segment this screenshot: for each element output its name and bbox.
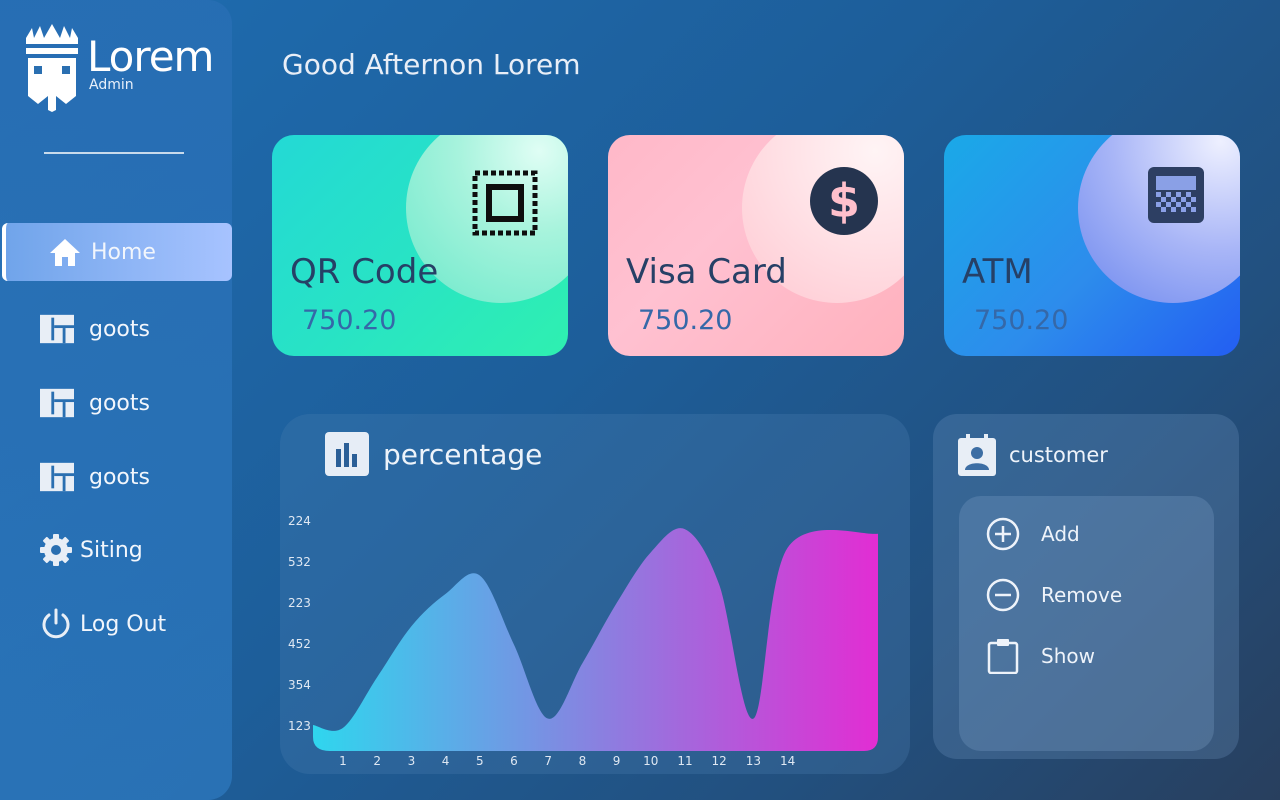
sidebar-item-label: goots: [89, 464, 150, 490]
clipboard-icon: [987, 639, 1019, 674]
gear-icon: [39, 533, 73, 567]
x-tick-label: 12: [712, 754, 727, 768]
card-title: QR Code: [290, 252, 439, 292]
chart-panel: 224 532 223 452 354 123 1 2 3 4 5 6 7 8 9 10 11 12 13 14 pe…: [280, 414, 910, 774]
atm-icon: [1148, 167, 1204, 223]
x-tick-label: 2: [373, 754, 381, 768]
layout-icon: [40, 312, 74, 346]
x-tick-label: 14: [780, 754, 795, 768]
y-tick-label: 532: [288, 555, 311, 569]
add-button[interactable]: Add: [985, 514, 1195, 554]
card-value: 750.20: [302, 305, 397, 336]
qr-icon: [472, 170, 538, 236]
y-tick-label: 123: [288, 719, 311, 733]
show-button[interactable]: Show: [985, 636, 1195, 676]
sidebar: Lorem Admin Home goots goots goots Sitin…: [0, 0, 232, 800]
sidebar-item-label: goots: [89, 316, 150, 342]
castle-logo-icon: [26, 24, 78, 112]
sidebar-item-label: Home: [91, 239, 156, 265]
sidebar-item-label: Siting: [80, 537, 143, 563]
card-atm[interactable]: ATM 750.20: [944, 135, 1240, 356]
bar-chart-icon: [325, 432, 369, 476]
x-tick-label: 9: [613, 754, 621, 768]
customer-title: customer: [1009, 443, 1108, 467]
plus-circle-icon: [986, 517, 1020, 551]
y-tick-label: 354: [288, 678, 311, 692]
card-title: Visa Card: [626, 252, 787, 292]
sidebar-item-goots-2[interactable]: goots: [0, 374, 232, 432]
minus-circle-icon: [986, 578, 1020, 612]
layout-icon: [40, 386, 74, 420]
x-tick-label: 10: [643, 754, 658, 768]
x-tick-label: 6: [510, 754, 518, 768]
card-value: 750.20: [638, 305, 733, 336]
action-label: Add: [1041, 522, 1080, 546]
x-tick-label: 11: [677, 754, 692, 768]
card-value: 750.20: [974, 305, 1069, 336]
card-visa[interactable]: $ Visa Card 750.20: [608, 135, 904, 356]
x-tick-label: 13: [746, 754, 761, 768]
x-tick-label: 3: [408, 754, 416, 768]
area-chart: 2245322234523541231 2 3 4 5 6 7 8 9 10 11 12 13 14: [288, 514, 878, 768]
remove-button[interactable]: Remove: [985, 575, 1195, 615]
customer-actions: Add Remove Show: [959, 496, 1214, 751]
sidebar-item-logout[interactable]: Log Out: [0, 595, 232, 653]
x-tick-label: 8: [579, 754, 587, 768]
dollar-icon: $: [810, 167, 878, 235]
brand-title: Lorem: [87, 32, 214, 81]
sidebar-item-home[interactable]: Home: [2, 223, 232, 281]
sidebar-item-label: goots: [89, 390, 150, 416]
home-icon: [48, 235, 82, 269]
contact-card-icon: [958, 434, 996, 476]
svg-text:$: $: [828, 174, 860, 228]
card-title: ATM: [962, 252, 1033, 292]
y-tick-label: 223: [288, 596, 311, 610]
x-tick-label: 7: [544, 754, 552, 768]
y-tick-label: 452: [288, 637, 311, 651]
page-greeting: Good Afternon Lorem: [282, 48, 581, 81]
sidebar-item-goots-1[interactable]: goots: [0, 300, 232, 358]
x-tick-label: 5: [476, 754, 484, 768]
card-qr-code[interactable]: QR Code 750.20: [272, 135, 568, 356]
area-series: [313, 528, 878, 751]
layout-icon: [40, 460, 74, 494]
sidebar-item-goots-3[interactable]: goots: [0, 448, 232, 506]
action-label: Remove: [1041, 583, 1123, 607]
sidebar-divider: [44, 152, 184, 154]
x-tick-label: 1: [339, 754, 347, 768]
sidebar-item-label: Log Out: [80, 611, 167, 637]
brand-logo[interactable]: Lorem Admin: [24, 24, 224, 114]
action-label: Show: [1041, 644, 1095, 668]
sidebar-item-siting[interactable]: Siting: [0, 521, 232, 579]
y-tick-label: 224: [288, 514, 311, 528]
power-icon: [39, 607, 73, 641]
chart-title: percentage: [383, 438, 543, 471]
customer-panel: customer Add Remove Show: [933, 414, 1239, 759]
brand-subtitle: Admin: [89, 77, 134, 93]
x-tick-label: 4: [442, 754, 450, 768]
